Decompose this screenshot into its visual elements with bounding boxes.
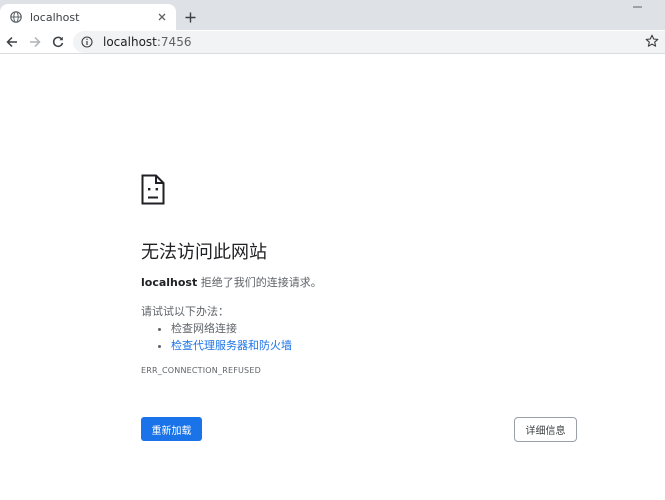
suggestion-item: 检查网络连接	[171, 320, 292, 337]
tab-strip: localhost	[0, 0, 665, 30]
suggestions-title: 请试试以下办法：	[141, 305, 229, 318]
browser-toolbar: localhost:7456	[0, 30, 665, 54]
suggestions-list: 检查网络连接 检查代理服务器和防火墙	[141, 320, 292, 354]
error-heading: 无法访问此网站	[141, 242, 267, 263]
reload-page-button[interactable]: 重新加载	[141, 417, 202, 441]
info-icon[interactable]	[81, 36, 93, 48]
error-host: localhost	[141, 276, 198, 289]
address-bar[interactable]: localhost:7456	[73, 31, 665, 53]
error-page: 无法访问此网站 localhost 拒绝了我们的连接请求。 请试试以下办法： 检…	[0, 54, 665, 500]
arrow-left-icon	[6, 36, 18, 48]
address-url[interactable]: localhost:7456	[103, 35, 191, 49]
minimize-window-button[interactable]	[631, 2, 643, 12]
tab-title: localhost	[30, 10, 80, 24]
star-icon[interactable]	[645, 34, 659, 48]
reload-icon	[52, 36, 64, 48]
url-host: localhost	[103, 35, 157, 49]
forward-button[interactable]	[26, 33, 44, 51]
sad-page-icon	[141, 174, 165, 205]
close-icon[interactable]	[154, 9, 170, 25]
suggestion-check-network: 检查网络连接	[171, 322, 237, 335]
tab-localhost[interactable]: localhost	[0, 4, 176, 30]
error-code: ERR_CONNECTION_REFUSED	[141, 366, 261, 375]
error-message: 拒绝了我们的连接请求。	[197, 276, 322, 289]
suggestion-check-proxy-link[interactable]: 检查代理服务器和防火墙	[171, 339, 292, 352]
details-button[interactable]: 详细信息	[514, 417, 577, 442]
back-button[interactable]	[3, 33, 21, 51]
arrow-right-icon	[29, 36, 41, 48]
error-description: localhost 拒绝了我们的连接请求。	[141, 274, 322, 290]
url-port: :7456	[156, 35, 192, 49]
reload-button[interactable]	[49, 33, 67, 51]
globe-icon	[10, 11, 22, 23]
suggestion-item: 检查代理服务器和防火墙	[171, 337, 292, 354]
plus-icon[interactable]	[181, 8, 199, 26]
